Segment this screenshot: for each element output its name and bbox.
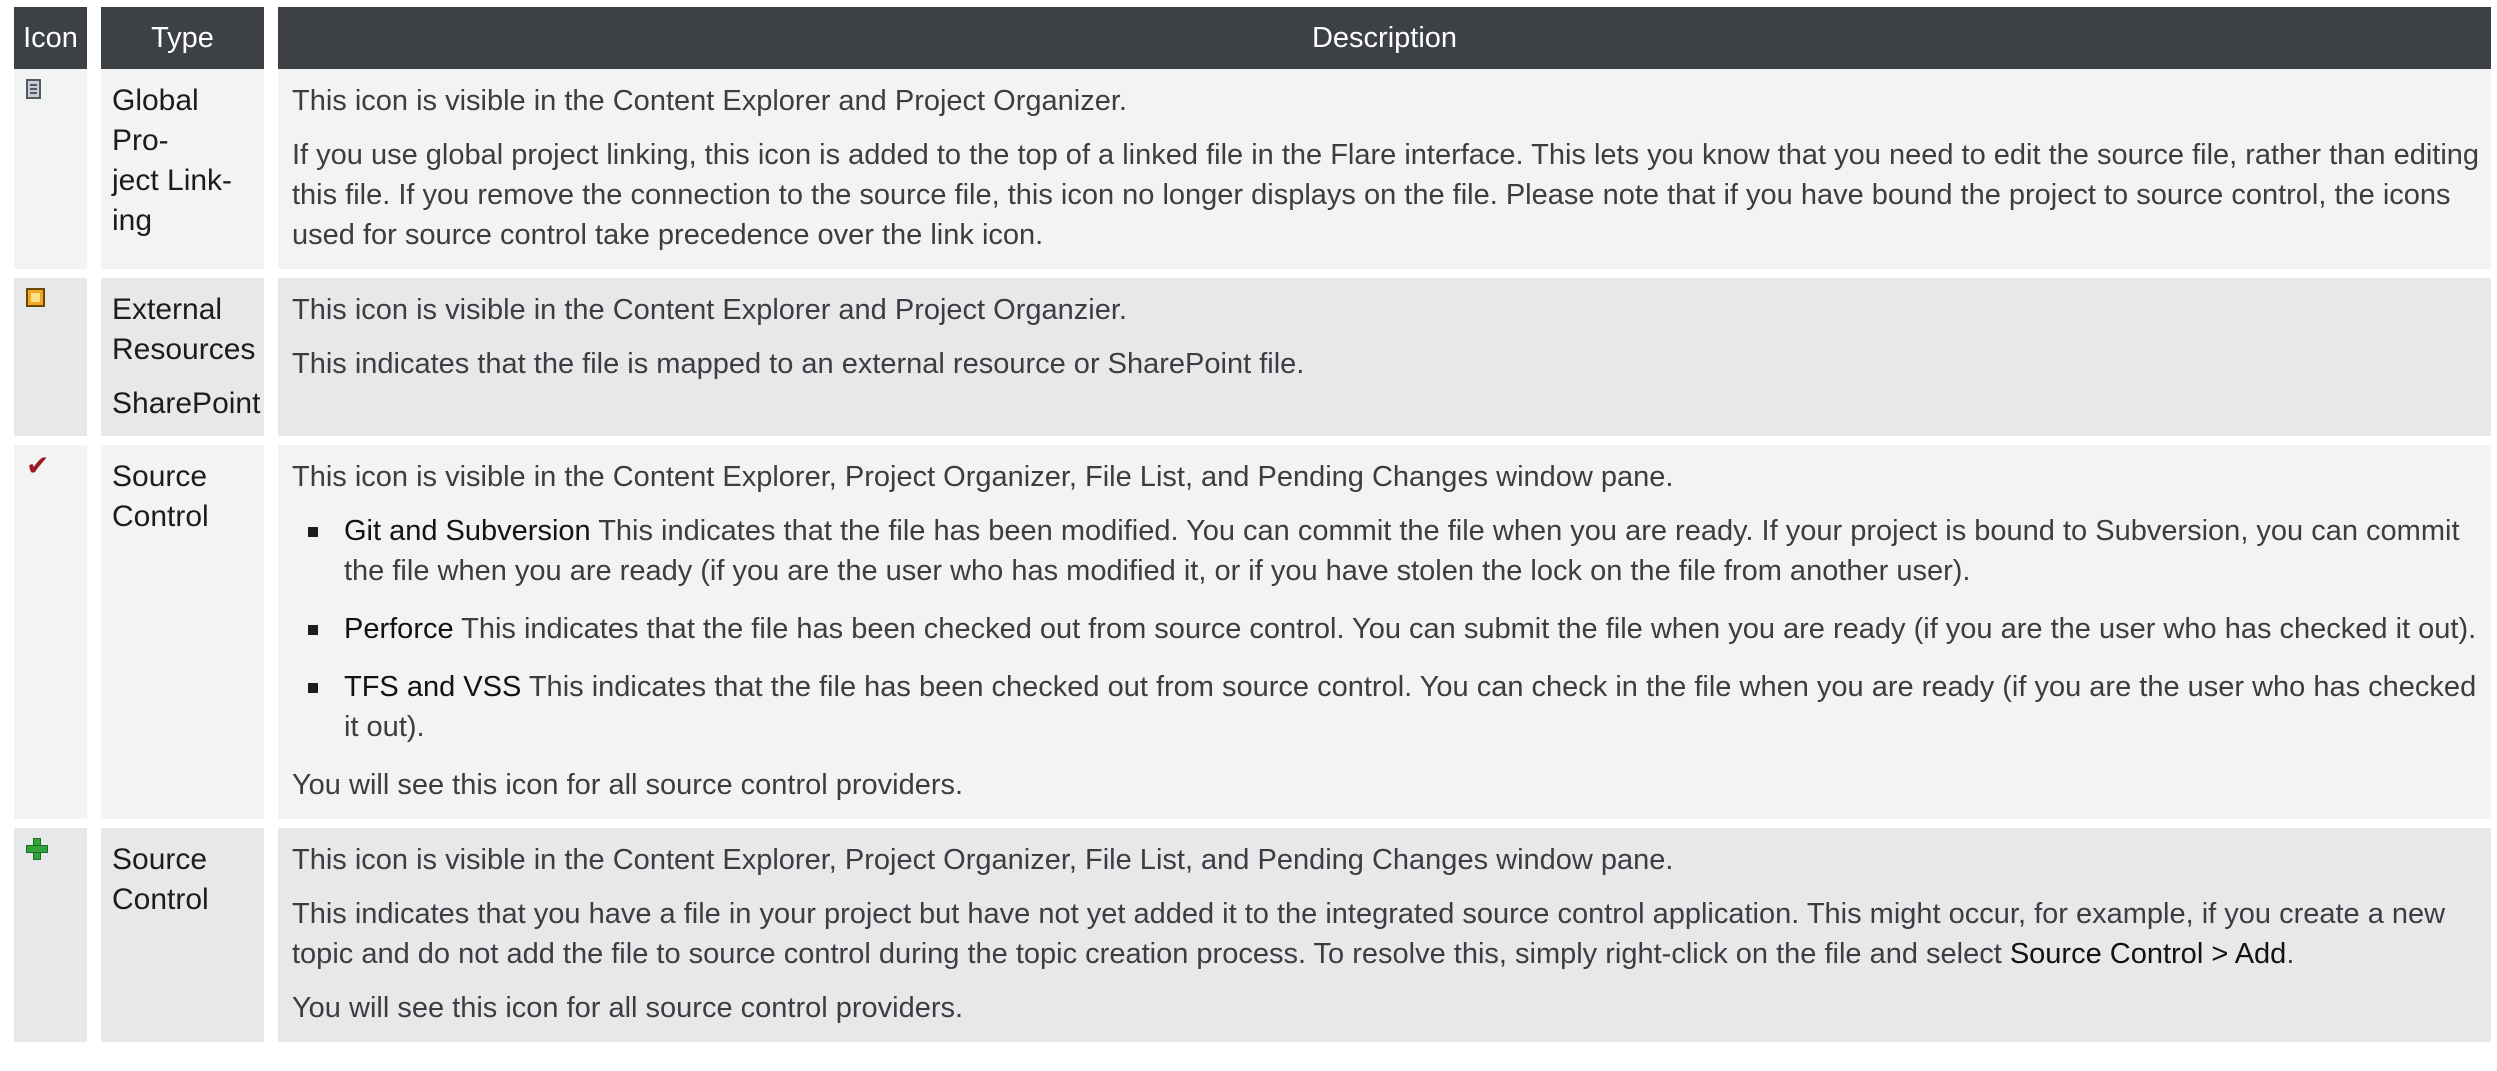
description-paragraph: This icon is visible in the Content Expl… (292, 294, 1127, 326)
description-cell: This icon is visible in the Content Expl… (278, 69, 2491, 278)
description-cell: This icon is visible in the Content Expl… (278, 278, 2491, 445)
provider-name: Perforce (344, 613, 454, 645)
table-row: ✔ Source Control This icon is visible in… (14, 445, 2491, 828)
table-row: External Resources SharePoint This icon … (14, 278, 2491, 445)
list-item: TFS and VSS This indicates that the file… (308, 667, 2481, 747)
column-header-type: Type (101, 7, 278, 69)
icon-cell (14, 69, 101, 278)
type-cell: Global Pro- ject Link- ing (101, 69, 278, 278)
description-cell: This icon is visible in the Content Expl… (278, 828, 2491, 1051)
icon-cell (14, 278, 101, 445)
provider-description: This indicates that the file has been ch… (344, 671, 2477, 743)
icon-reference-table: Icon Type Description Global Pro- ject L… (14, 7, 2491, 1051)
type-label: Source Control (112, 843, 209, 916)
type-label: Global Pro- (112, 84, 199, 157)
type-cell: Source Control (101, 828, 278, 1051)
type-label: ing (112, 204, 153, 237)
list-item: Perforce This indicates that the file ha… (308, 609, 2481, 649)
provider-list: Git and Subversion This indicates that t… (292, 511, 2481, 747)
description-paragraph: This icon is visible in the Content Expl… (292, 461, 1674, 493)
description-paragraph: This icon is visible in the Content Expl… (292, 844, 1674, 876)
table-header-row: Icon Type Description (14, 7, 2491, 69)
table-row: Global Pro- ject Link- ing This icon is … (14, 69, 2491, 278)
description-paragraph: You will see this icon for all source co… (292, 769, 964, 801)
type-cell: External Resources SharePoint (101, 278, 278, 445)
provider-name: Git and Subversion (344, 515, 591, 547)
external-resource-icon (26, 288, 45, 307)
icon-reference-table-container: Icon Type Description Global Pro- ject L… (14, 7, 2491, 1051)
green-plus-icon (26, 838, 48, 860)
description-cell: This icon is visible in the Content Expl… (278, 445, 2491, 828)
description-text: . (2286, 938, 2295, 970)
provider-description: This indicates that the file has been ch… (453, 613, 2477, 645)
description-paragraph: You will see this icon for all source co… (292, 992, 964, 1024)
description-paragraph: This indicates that the file is mapped t… (292, 348, 1305, 380)
column-header-description: Description (278, 7, 2491, 69)
icon-cell (14, 828, 101, 1051)
column-header-icon: Icon (14, 7, 101, 69)
table-row: Source Control This icon is visible in t… (14, 828, 2491, 1051)
global-link-icon (26, 79, 41, 99)
command-name: Source Control > Add (2009, 938, 2287, 970)
description-paragraph: This indicates that you have a file in y… (292, 894, 2481, 974)
type-label: ject Link- (112, 164, 233, 197)
list-item: Git and Subversion This indicates that t… (308, 511, 2481, 591)
icon-cell: ✔ (14, 445, 101, 828)
type-label: External Resources (112, 293, 256, 366)
description-paragraph: If you use global project linking, this … (292, 139, 2480, 251)
type-label: SharePoint (112, 387, 261, 420)
checkmark-icon: ✔ (26, 449, 50, 482)
type-label: Source Control (112, 460, 209, 533)
type-cell: Source Control (101, 445, 278, 828)
provider-description: This indicates that the file has been mo… (344, 515, 2460, 587)
description-paragraph: This icon is visible in the Content Expl… (292, 85, 1127, 117)
provider-name: TFS and VSS (344, 671, 522, 703)
